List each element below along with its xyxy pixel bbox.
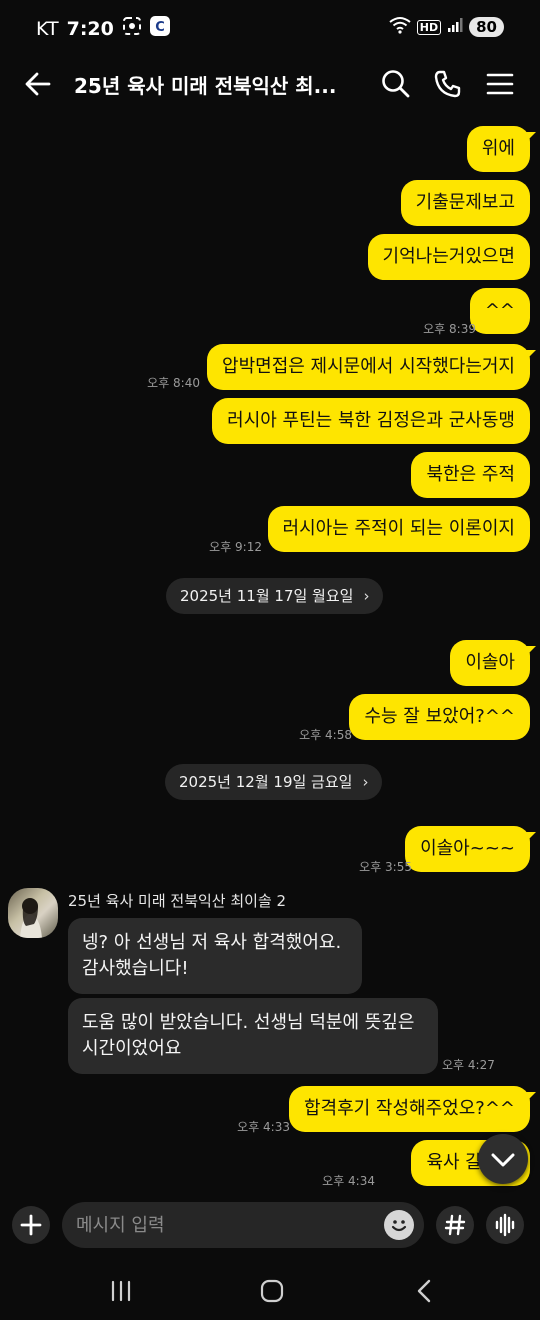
their-message-bubble[interactable]: 도움 많이 받았습니다. 선생님 덕분에 뜻깊은 시간이었어요	[68, 998, 438, 1074]
message-timestamp: 오후 9:12	[209, 540, 262, 554]
hamburger-menu-icon	[486, 73, 514, 95]
message-timestamp: 오후 8:40	[147, 376, 200, 390]
my-message-bubble[interactable]: 압박면접은 제시문에서 시작했다는거지	[207, 344, 536, 390]
hd-voice-icon: HD	[416, 19, 442, 35]
message-timestamp: 오후 4:33	[237, 1120, 290, 1134]
message-timestamp: 오후 4:58	[299, 728, 352, 742]
status-bar: KT 7:20 C HD 80	[0, 0, 540, 56]
date-divider[interactable]: 2025년 12월 19일 금요일 ›	[165, 764, 383, 800]
my-message-bubble[interactable]: 기억나는거있으면	[367, 234, 530, 280]
my-message-bubble[interactable]: 위에	[466, 126, 537, 172]
chat-messages[interactable]: 위에 기출문제보고 기억나는거있으면 ^^ 오후 8:39 압박면접은 제시문에…	[0, 112, 540, 1202]
emoji-icon	[391, 1220, 407, 1232]
menu-button[interactable]	[482, 66, 518, 102]
hashtag-search-button[interactable]	[436, 1206, 474, 1244]
attach-button[interactable]	[12, 1206, 50, 1244]
message-timestamp: 오후 3:55	[359, 860, 412, 874]
phone-icon	[434, 70, 461, 98]
my-message-bubble[interactable]: 북한은 주적	[411, 452, 530, 498]
chevron-right-icon: ›	[363, 587, 370, 605]
call-button[interactable]	[430, 66, 466, 102]
system-navigation-bar	[0, 1262, 540, 1320]
search-button[interactable]	[378, 66, 414, 102]
chevron-right-icon: ›	[362, 773, 369, 791]
search-icon	[382, 70, 410, 98]
my-message-bubble[interactable]: 기출문제보고	[400, 180, 530, 226]
carrier-label: KT	[36, 17, 59, 40]
sender-avatar[interactable]	[8, 888, 58, 938]
my-message-bubble[interactable]: 합격후기 작성해주었오?^^	[288, 1086, 537, 1132]
their-message-bubble[interactable]: 넹? 아 선생님 저 육사 합격했어요. 감사했습니다!	[68, 918, 362, 994]
chevron-left-icon	[417, 1279, 431, 1303]
back-button[interactable]	[20, 66, 56, 102]
message-timestamp: 오후 4:34	[322, 1174, 375, 1188]
emoji-button[interactable]	[384, 1210, 414, 1240]
home-icon	[260, 1279, 284, 1303]
message-input-field[interactable]	[62, 1202, 424, 1248]
home-button[interactable]	[252, 1276, 292, 1306]
my-message-bubble[interactable]: 러시아 푸틴는 북한 김정은과 군사동맹	[212, 398, 530, 444]
recent-apps-icon	[111, 1280, 131, 1302]
message-timestamp: 오후 8:39	[423, 322, 476, 336]
chat-header: 25년 육사 미래 전북익산 최...	[0, 56, 540, 112]
message-input-bar	[0, 1202, 540, 1252]
scroll-to-bottom-button[interactable]	[478, 1134, 528, 1184]
screenshot-icon	[122, 16, 142, 41]
sender-name: 25년 육사 미래 전북익산 최이솔 2	[68, 892, 287, 910]
arrow-left-icon	[25, 72, 51, 96]
voice-wave-icon	[495, 1213, 515, 1237]
clock: 7:20	[66, 17, 114, 40]
my-message-bubble[interactable]: 러시아는 주적이 되는 이론이지	[267, 506, 530, 552]
wifi-icon	[389, 16, 411, 38]
my-message-bubble[interactable]: ^^	[469, 288, 530, 334]
chevron-down-icon	[491, 1153, 515, 1167]
plus-icon	[20, 1214, 42, 1236]
message-input[interactable]	[76, 1202, 376, 1248]
app-notification-icon: C	[149, 16, 170, 41]
svg-text:C: C	[155, 20, 165, 35]
battery-indicator: 80	[469, 17, 504, 37]
hashtag-icon	[444, 1214, 466, 1236]
my-message-bubble[interactable]: 수능 잘 보았어?^^	[349, 694, 530, 740]
voice-button[interactable]	[486, 1206, 524, 1244]
date-divider[interactable]: 2025년 11월 17일 월요일 ›	[166, 578, 384, 614]
system-back-button[interactable]	[404, 1276, 444, 1306]
my-message-bubble[interactable]: 이솔아	[450, 640, 536, 686]
chat-title: 25년 육사 미래 전북익산 최...	[74, 74, 337, 98]
my-message-bubble[interactable]: 이솔아~~~	[405, 826, 536, 872]
recent-apps-button[interactable]	[101, 1276, 141, 1306]
message-timestamp: 오후 4:27	[442, 1058, 495, 1072]
signal-icon	[447, 17, 463, 37]
